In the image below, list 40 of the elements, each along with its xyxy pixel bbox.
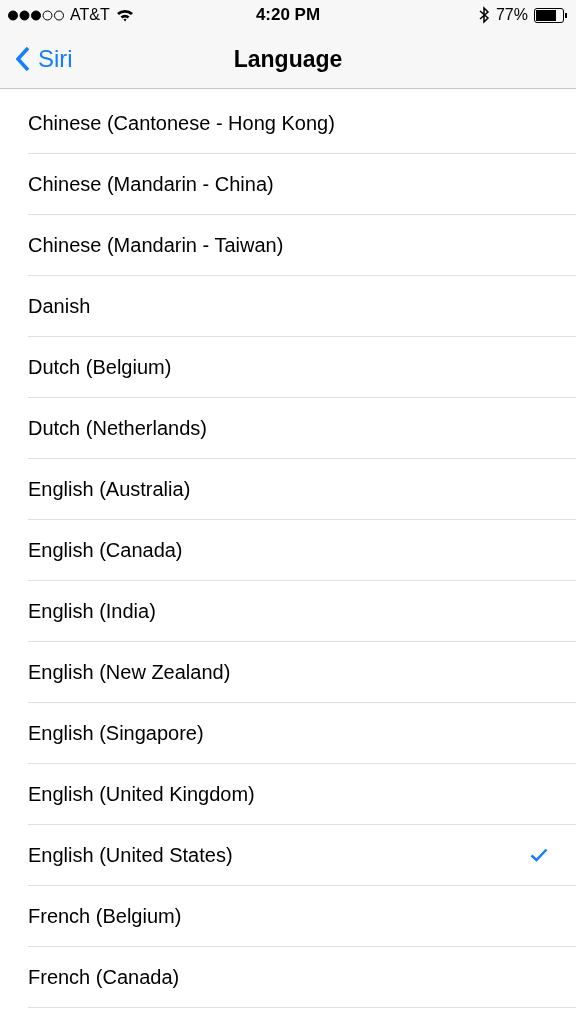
language-option[interactable]: English (New Zealand) bbox=[28, 642, 576, 703]
language-name: Chinese (Mandarin - Taiwan) bbox=[28, 233, 284, 257]
language-option[interactable]: Dutch (Netherlands) bbox=[28, 398, 576, 459]
signal-icon bbox=[8, 9, 64, 21]
language-name: English (United States) bbox=[28, 843, 233, 867]
language-option[interactable]: Chinese (Mandarin - Taiwan) bbox=[28, 215, 576, 276]
language-option[interactable]: French (Belgium) bbox=[28, 886, 576, 947]
status-time: 4:20 PM bbox=[255, 5, 321, 25]
language-option[interactable]: Danish bbox=[28, 276, 576, 337]
language-option[interactable]: English (Canada) bbox=[28, 520, 576, 581]
language-name: English (Singapore) bbox=[28, 721, 204, 745]
language-name: French (Belgium) bbox=[28, 904, 182, 928]
language-name: Chinese (Cantonese - Hong Kong) bbox=[28, 111, 335, 135]
carrier-name: AT&T bbox=[70, 6, 110, 24]
battery-percentage: 77% bbox=[495, 6, 528, 24]
language-option[interactable]: English (Australia) bbox=[28, 459, 576, 520]
language-name: English (Canada) bbox=[28, 538, 183, 562]
language-option[interactable]: English (United States) bbox=[28, 825, 576, 886]
language-name: Dutch (Netherlands) bbox=[28, 416, 207, 440]
wifi-icon bbox=[115, 8, 134, 22]
back-button[interactable]: Siri bbox=[0, 44, 79, 74]
language-option[interactable]: Dutch (Belgium) bbox=[28, 337, 576, 398]
language-option[interactable]: French (Canada) bbox=[28, 947, 576, 1008]
page-title: Language bbox=[233, 45, 343, 72]
language-name: French (Canada) bbox=[28, 965, 180, 989]
language-option[interactable]: Chinese (Mandarin - China) bbox=[28, 154, 576, 215]
language-name: English (United Kingdom) bbox=[28, 782, 255, 806]
language-option[interactable]: English (United Kingdom) bbox=[28, 764, 576, 825]
language-name: Danish bbox=[28, 294, 91, 318]
language-name: English (New Zealand) bbox=[28, 660, 231, 684]
language-option[interactable]: English (Singapore) bbox=[28, 703, 576, 764]
battery-icon bbox=[534, 7, 568, 23]
language-option[interactable]: Chinese (Cantonese - Hong Kong) bbox=[28, 93, 576, 154]
language-name: English (Australia) bbox=[28, 477, 191, 501]
bluetooth-icon bbox=[478, 6, 490, 24]
language-name: Chinese (Mandarin - China) bbox=[28, 172, 274, 196]
chevron-left-icon bbox=[16, 46, 30, 72]
language-name: English (India) bbox=[28, 599, 156, 623]
language-name: Dutch (Belgium) bbox=[28, 355, 172, 379]
language-option[interactable]: English (India) bbox=[28, 581, 576, 642]
